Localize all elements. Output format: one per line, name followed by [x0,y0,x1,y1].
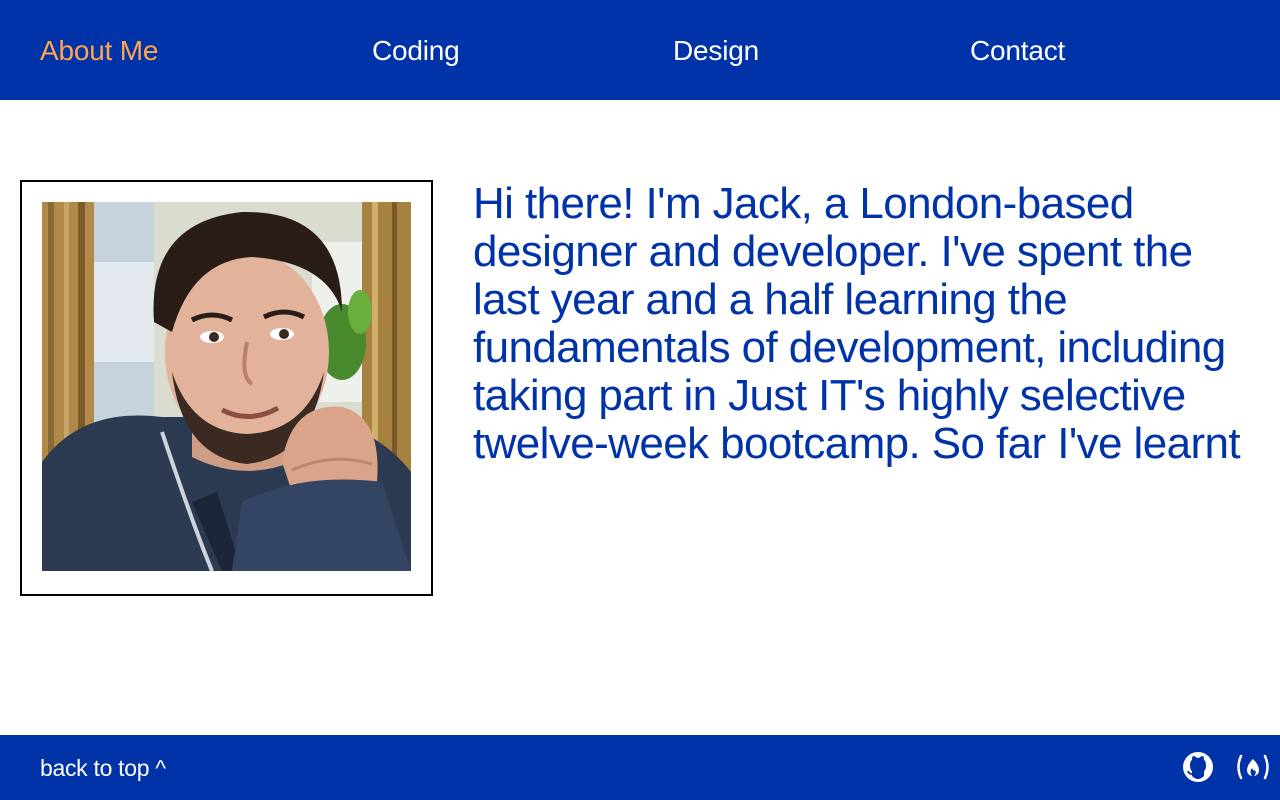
nav-link-about-me[interactable]: About Me [40,33,158,69]
back-to-top-link[interactable]: back to top ^ [40,754,166,782]
top-nav: About Me Coding Design Contact [0,0,1280,100]
intro-paragraph: Hi there! I'm Jack, a London-based desig… [473,179,1241,468]
github-icon-glyph [1183,752,1213,782]
portrait-illustration [42,202,411,571]
profile-photo-frame [20,180,433,596]
profile-photo [42,202,411,571]
footer: back to top ^ [0,735,1280,800]
nav-link-contact[interactable]: Contact [970,33,1065,69]
freecodecamp-icon[interactable] [1234,751,1272,783]
github-icon[interactable] [1182,751,1214,783]
nav-link-coding[interactable]: Coding [372,33,460,69]
freecodecamp-icon-glyph [1237,754,1269,780]
nav-link-design[interactable]: Design [673,33,759,69]
